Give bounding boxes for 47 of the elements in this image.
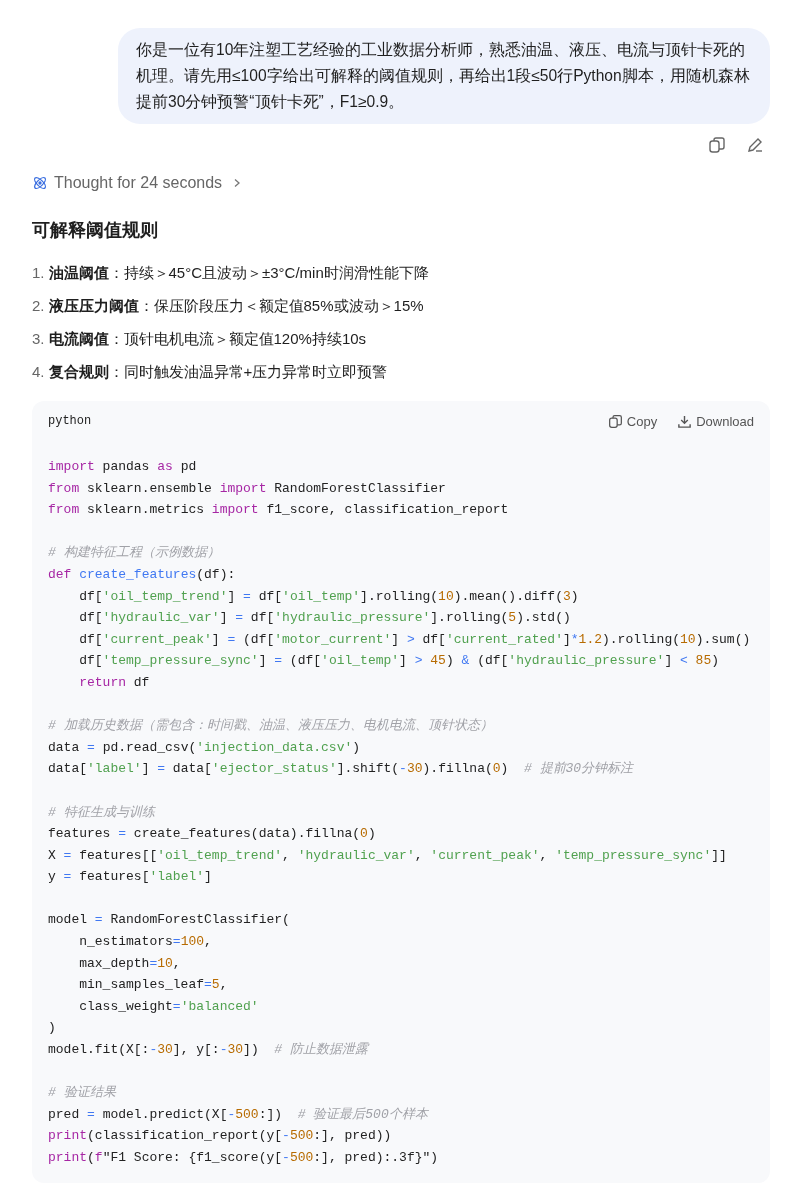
code-line: import pandas as pd [48,458,198,476]
code-line: from sklearn.ensemble import RandomForestClassifier [48,479,447,498]
code-line: X = features[['oil_temp_trend', 'hydraulic_var', 'current_peak', 'temp_pressure_sync']] [48,846,728,865]
code-line: print(classification_report(y[-500:], pred)) [48,1127,393,1146]
list-number: 1. [32,263,45,283]
copy-button[interactable]: Copy [607,413,658,429]
copy-icon [607,413,623,429]
code-line: max_depth=10, [78,954,182,973]
code-line: class_weight='balanced' [78,997,260,1016]
code-line: # 特征生成与训练 [48,803,157,822]
code-line: def create_features(df): [48,565,237,584]
copy-icon[interactable] [708,136,726,154]
code-line: df['hydraulic_var'] = df['hydraulic_pressure'].rolling(5).std() [78,609,572,628]
code-line: # 构建特征工程（示例数据） [48,544,221,563]
code-line: model.fit(X[:-30], y[:-30]) # 防止数据泄露 [48,1041,371,1060]
code-line: print(f"F1 Score: {f1_score(y[-500:], pred):.3f}") [48,1149,440,1167]
list-number: 4. [32,362,45,382]
download-button[interactable]: Download [677,413,754,429]
code-line: n_estimators=100, [78,933,213,952]
rule-text: 复合规则：同时触发油温异常+压力异常时立即预警 [48,362,388,382]
code-line: return df [78,673,151,692]
code-line: ) [48,1019,57,1038]
code-line: data['label'] = data['ejector_status'].shift(-30).fillna(0) # 提前30分钟标注 [48,760,635,779]
code-line: model = RandomForestClassifier( [48,911,291,930]
download-icon [677,413,693,429]
language-label: python [48,414,92,428]
code-line: df['current_peak'] = (df['motor_current'] > df['current_rated']*1.2).rolling(10).sum() [78,630,752,649]
code-line: from sklearn.metrics import f1_score, classification_report [48,501,510,520]
edit-icon[interactable] [746,136,764,154]
code-line: data = pd.read_csv('injection_data.csv') [48,738,362,757]
code-line: features = create_features(data).fillna(0) [48,825,377,844]
list-number: 2. [32,296,45,316]
code-line: # 验证结果 [48,1084,118,1103]
section-heading: 可解释阈值规则 [32,219,159,242]
rule-text: 油温阈值：持续＞45°C且波动＞±3°C/min时润滑性能下降 [48,263,429,283]
code-line: min_samples_leaf=5, [78,976,229,995]
rule-text: 电流阈值：顶针电机电流＞额定值120%持续10s [48,329,367,349]
atom-icon [32,175,48,191]
code-line: df['oil_temp_trend'] = df['oil_temp'].rolling(10).mean().diff(3) [78,587,580,606]
code-line: y = features['label'] [48,868,213,887]
code-line: df['temp_pressure_sync'] = (df['oil_temp'] > 45) & (df['hydraulic_pressure'] < 85) [78,652,721,671]
user-message: 你是一位有10年注塑工艺经验的工业数据分析师，熟悉油温、液压、电流与顶针卡死的机理。请先用≤100字给出可解释的阈值规则，再给出1段≤50行Python脚本，用随机森林提前30分钟预警“顶针卡死”，F1≥0.9。 [118,28,770,124]
thought-toggle[interactable]: Thought for 24 seconds [32,174,243,192]
rule-text: 液压压力阈值：保压阶段压力＜额定值85%或波动＞15% [48,296,424,316]
code-line: pred = model.predict(X[-500:]) # 验证最后500个样本 [48,1105,430,1124]
code-line: # 加载历史数据（需包含：时间戳、油温、液压压力、电机电流、顶针状态） [48,717,494,736]
list-number: 3. [32,329,45,349]
